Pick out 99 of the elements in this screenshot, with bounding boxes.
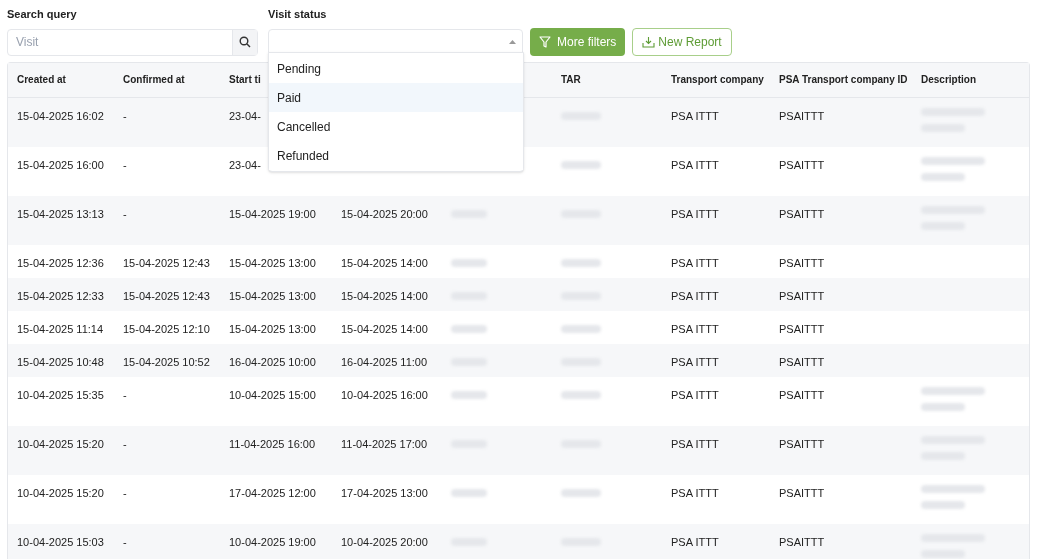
table-cell: 10-04-2025 19:00 xyxy=(229,535,316,548)
table-cell: - xyxy=(123,109,127,122)
table-cell: PSAITTT xyxy=(779,109,825,122)
column-header: TAR xyxy=(561,74,581,85)
table-cell: PSA ITTT xyxy=(671,355,719,368)
table-cell: PSAITTT xyxy=(779,289,825,302)
table-cell: 10-04-2025 15:03 xyxy=(17,535,104,548)
search-input[interactable]: Visit xyxy=(8,29,232,55)
column-header: Transport company xyxy=(671,74,764,85)
table-cell: 10-04-2025 16:00 xyxy=(341,388,428,401)
table-cell: 15-04-2025 10:48 xyxy=(17,355,104,368)
table-cell: 23-04- xyxy=(229,109,261,122)
table-cell: 15-04-2025 14:00 xyxy=(341,256,428,269)
blurred-text xyxy=(561,160,601,169)
table-cell: - xyxy=(123,437,127,450)
column-header: Created at xyxy=(17,74,66,85)
blurred-text xyxy=(921,484,985,493)
blurred-text xyxy=(921,500,965,509)
table-cell: 15-04-2025 12:43 xyxy=(123,289,210,302)
table-cell: 15-04-2025 20:00 xyxy=(341,207,428,220)
dropdown-option[interactable]: Cancelled xyxy=(269,112,523,141)
table-cell: PSAITTT xyxy=(779,256,825,269)
table-cell: PSA ITTT xyxy=(671,158,719,171)
table-cell: 11-04-2025 16:00 xyxy=(229,437,316,450)
column-header: PSA Transport company ID xyxy=(779,74,908,85)
table-cell: PSAITTT xyxy=(779,486,825,499)
table-cell: 15-04-2025 16:02 xyxy=(17,109,104,122)
table-cell: PSAITTT xyxy=(779,388,825,401)
table-cell: PSAITTT xyxy=(779,207,825,220)
column-header: Confirmed at xyxy=(123,74,185,85)
table-cell: 15-04-2025 19:00 xyxy=(229,207,316,220)
table-cell: PSA ITTT xyxy=(671,437,719,450)
blurred-text xyxy=(561,258,601,267)
table-cell: PSA ITTT xyxy=(671,109,719,122)
blurred-text xyxy=(561,324,601,333)
table-cell: PSAITTT xyxy=(779,158,825,171)
table-cell: 10-04-2025 15:00 xyxy=(229,388,316,401)
table-cell: 15-04-2025 13:00 xyxy=(229,322,316,335)
table-cell: 17-04-2025 12:00 xyxy=(229,486,316,499)
table-cell: 15-04-2025 13:13 xyxy=(17,207,104,220)
caret-icon xyxy=(509,40,516,44)
table-cell: 16-04-2025 10:00 xyxy=(229,355,316,368)
table-cell: - xyxy=(123,486,127,499)
blurred-text xyxy=(451,258,487,267)
column-header: Description xyxy=(921,74,976,85)
table-cell: 10-04-2025 15:35 xyxy=(17,388,104,401)
table-cell: 15-04-2025 11:14 xyxy=(17,322,104,335)
table-cell: 17-04-2025 13:00 xyxy=(341,486,428,499)
blurred-text xyxy=(921,386,985,395)
table-cell: PSAITTT xyxy=(779,355,825,368)
table-cell: - xyxy=(123,207,127,220)
dropdown-option[interactable]: Pending xyxy=(269,54,523,83)
table-cell: 23-04- xyxy=(229,158,261,171)
dropdown-option[interactable]: Refunded xyxy=(269,141,523,170)
table-cell: PSAITTT xyxy=(779,535,825,548)
blurred-text xyxy=(451,324,487,333)
table-cell: 15-04-2025 12:36 xyxy=(17,256,104,269)
download-icon xyxy=(642,35,656,48)
table-cell: 15-04-2025 14:00 xyxy=(341,322,428,335)
table-cell: PSAITTT xyxy=(779,437,825,450)
table-cell: 10-04-2025 20:00 xyxy=(341,535,428,548)
table-cell: 15-04-2025 16:00 xyxy=(17,158,104,171)
table-cell: PSAITTT xyxy=(779,322,825,335)
table-cell: - xyxy=(123,535,127,548)
table-cell: 10-04-2025 15:20 xyxy=(17,486,104,499)
table-cell: 15-04-2025 12:43 xyxy=(123,256,210,269)
table-cell: PSA ITTT xyxy=(671,535,719,548)
table-cell: 15-04-2025 12:33 xyxy=(17,289,104,302)
table-cell: 15-04-2025 13:00 xyxy=(229,256,316,269)
field-label: Search query xyxy=(7,7,78,22)
table-cell: 15-04-2025 12:10 xyxy=(123,322,210,335)
column-header: Start ti xyxy=(229,74,261,85)
table-cell: PSA ITTT xyxy=(671,388,719,401)
blurred-text xyxy=(561,488,601,497)
filter-icon xyxy=(539,35,551,48)
table-cell: PSA ITTT xyxy=(671,256,719,269)
blurred-text xyxy=(921,402,965,411)
field-label: Visit status xyxy=(268,7,328,22)
search-field[interactable]: Visit xyxy=(7,28,258,56)
search-icon xyxy=(239,36,251,48)
table-cell: - xyxy=(123,158,127,171)
blurred-text xyxy=(561,390,601,399)
table-cell: PSA ITTT xyxy=(671,486,719,499)
blurred-text xyxy=(451,390,487,399)
blurred-text xyxy=(451,488,487,497)
blurred-text xyxy=(921,156,985,165)
blurred-text xyxy=(921,172,965,181)
dropdown-option[interactable]: Paid xyxy=(269,83,523,112)
table-cell: 16-04-2025 11:00 xyxy=(341,355,428,368)
table-cell: PSA ITTT xyxy=(671,207,719,220)
table-cell: 11-04-2025 17:00 xyxy=(341,437,428,450)
table-cell: 10-04-2025 15:20 xyxy=(17,437,104,450)
table-cell: 15-04-2025 13:00 xyxy=(229,289,316,302)
table-cell: PSA ITTT xyxy=(671,322,719,335)
table-cell: PSA ITTT xyxy=(671,289,719,302)
search-button[interactable] xyxy=(232,29,257,55)
table-cell: - xyxy=(123,388,127,401)
table-cell: 15-04-2025 14:00 xyxy=(341,289,428,302)
table-cell: 15-04-2025 10:52 xyxy=(123,355,210,368)
